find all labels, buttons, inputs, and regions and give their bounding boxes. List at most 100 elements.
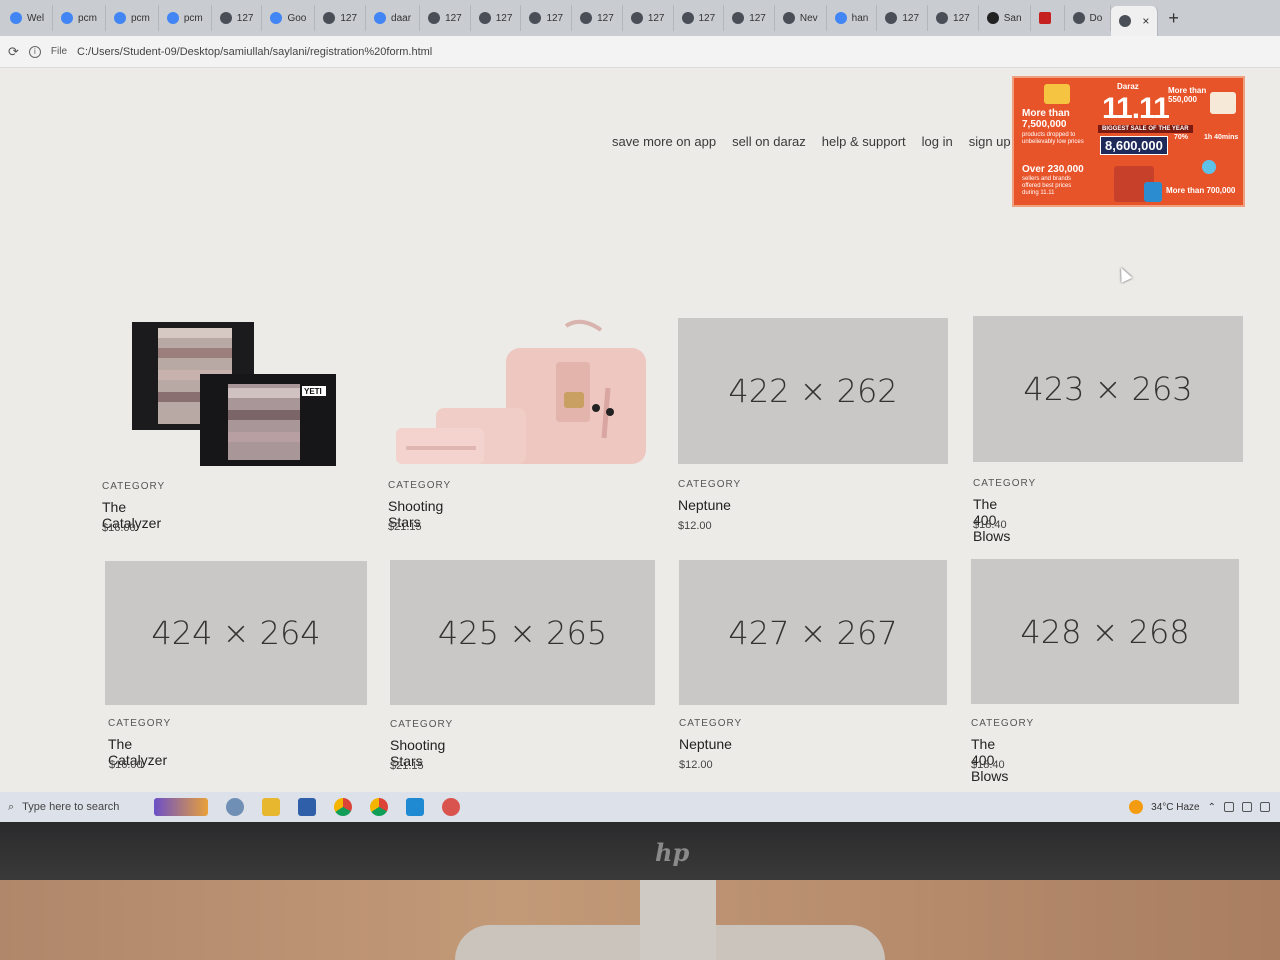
tab-label: 127 [340,12,358,24]
browser-tab[interactable]: pcm [106,5,159,31]
browser-tab[interactable]: pcm [53,5,106,31]
storage-bags-image: YETI [132,322,336,466]
tab-label: han [851,12,869,24]
browser-tab[interactable]: 127 [877,5,929,31]
product-image-placeholder[interactable]: 424 × 264 [105,561,367,705]
new-tab-button[interactable]: + [1168,8,1179,29]
chrome-icon[interactable] [334,798,352,816]
product-image-placeholder[interactable]: 422 × 262 [678,318,948,464]
banner-sale-tag: BIGGEST SALE OF THE YEAR [1098,125,1193,133]
tab-label: 127 [445,12,462,24]
product-price: $12.00 [678,520,712,532]
widgets-icon[interactable] [154,798,208,816]
browser-tab[interactable]: 127 [928,5,979,31]
browser-tab[interactable]: 127 [315,5,367,31]
github-icon [986,12,999,24]
banner-stat: More than 550,000 [1168,86,1207,104]
vscode-icon[interactable] [406,798,424,816]
paint-icon[interactable] [442,798,460,816]
chrome-icon[interactable] [370,798,388,816]
tab-label: Goo [287,12,307,24]
browser-tab[interactable] [1031,5,1065,31]
tab-label: 127 [749,12,766,24]
web-page: save more on app sell on daraz help & su… [0,68,1280,790]
browser-tab-strip: Wel pcm pcm pcm 127 Goo 127 daar 127 127… [0,0,1280,36]
weather-icon[interactable] [1129,800,1144,814]
monitor-screen: Wel pcm pcm pcm 127 Goo 127 daar 127 127… [0,0,1280,822]
store-icon[interactable] [298,798,316,816]
taskbar-search[interactable]: ⌕ Type here to search [0,792,145,822]
banner-stat-note: sellers and brands offered best prices d… [1022,176,1072,196]
browser-tab[interactable]: 127 [623,5,674,31]
browser-tab[interactable]: San [979,5,1031,31]
tab-label: pcm [78,12,97,24]
globe-icon [529,12,542,24]
promo-banner[interactable]: Daraz 11.11 BIGGEST SALE OF THE YEAR 8,6… [1012,76,1245,207]
banner-big-number: 8,600,000 [1100,136,1168,155]
globe-icon [1072,12,1085,24]
nav-sign-up[interactable]: sign up [969,134,1011,149]
product-image-pink-handbag[interactable] [396,318,646,468]
nav-save-more-on-app[interactable]: save more on app [612,134,716,149]
drive-icon [61,12,74,24]
browser-tab[interactable]: 127 [572,5,623,31]
browser-tab[interactable]: 127 [674,5,725,31]
product-price: $18.40 [973,519,1007,531]
tab-label: Wel [27,12,45,24]
browser-tab[interactable]: 127 [212,5,263,31]
banner-brand: Daraz [1117,82,1139,91]
banner-stat: More than 700,000 [1166,186,1236,195]
product-title[interactable]: Neptune [678,497,731,513]
nav-sell-on-daraz[interactable]: sell on daraz [732,134,806,149]
product-image-placeholder[interactable]: 425 × 265 [390,560,655,705]
product-price: $18.40 [971,759,1005,771]
browser-tab[interactable]: Wel [2,5,54,31]
browser-tab[interactable]: 127 [420,5,471,31]
close-tab-icon[interactable]: × [1142,14,1149,28]
product-title[interactable]: Neptune [679,736,732,752]
browser-tab[interactable]: pcm [159,5,212,31]
reload-icon[interactable]: ⟳ [8,44,19,60]
product-category: CATEGORY [973,478,1037,489]
tab-label: 127 [546,12,564,24]
banner-headline: 11.11 [1102,92,1170,125]
product-image-placeholder[interactable]: 423 × 263 [973,316,1243,462]
banner-stat: 70% [1174,134,1189,141]
nav-log-in[interactable]: log in [922,134,953,149]
browser-tab-active[interactable]: × [1111,6,1159,36]
chevron-up-icon[interactable]: ⌃ [1208,802,1216,813]
windows-taskbar: ⌕ Type here to search 34°C Haze ⌃ [0,792,1280,822]
battery-icon[interactable] [1242,802,1252,812]
search-icon: ⌕ [8,800,15,813]
product-price: $16.00 [102,522,136,534]
browser-tab[interactable]: 127 [471,5,522,31]
product-price: $21.15 [390,760,424,772]
browser-tab[interactable]: Goo [262,5,316,31]
volume-icon[interactable] [1260,802,1270,812]
info-icon[interactable]: i [28,45,41,58]
product-price: $16.00 [109,759,143,771]
globe-icon [681,12,694,24]
gmail-icon [1038,12,1051,24]
browser-tab[interactable]: Do [1065,5,1112,31]
url-field[interactable]: C:/Users/Student-09/Desktop/samiullah/sa… [77,46,432,58]
tab-label: Do [1089,12,1103,24]
tab-label: pcm [130,12,150,24]
product-image-placeholder[interactable]: 428 × 268 [971,559,1239,704]
google-icon [834,12,847,24]
weather-text[interactable]: 34°C Haze [1151,802,1199,813]
globe-icon [732,12,745,24]
product-image-storage-bags[interactable]: YETI [124,318,344,468]
browser-tab[interactable]: han [827,5,878,31]
product-image-placeholder[interactable]: 427 × 267 [679,560,947,705]
nav-help-support[interactable]: help & support [822,134,906,149]
file-explorer-icon[interactable] [262,798,280,816]
file-label: File [50,46,68,57]
browser-tab[interactable]: Nev [775,5,827,31]
browser-tab[interactable]: 127 [521,5,573,31]
snipping-tool-icon[interactable] [226,798,244,816]
network-icon[interactable] [1224,802,1234,812]
browser-tab[interactable]: 127 [724,5,775,31]
browser-tab[interactable]: daar [366,5,421,31]
globe-icon [885,12,898,24]
